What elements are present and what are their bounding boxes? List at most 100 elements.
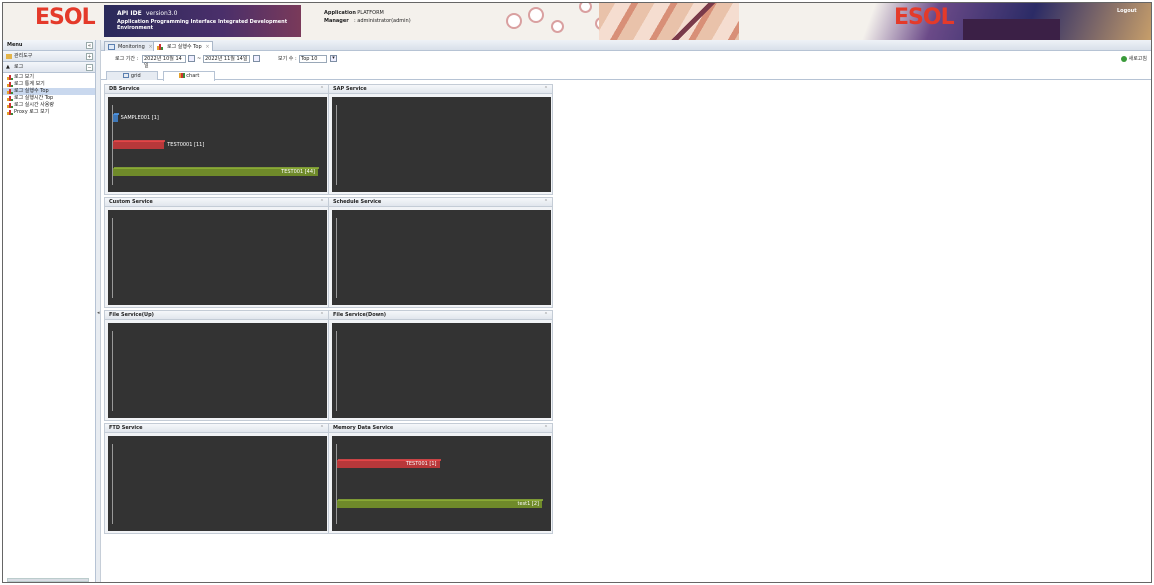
- chart-area: [108, 323, 327, 418]
- logout-link[interactable]: Logout: [1117, 8, 1137, 14]
- panel-title: SAP Service: [333, 86, 367, 92]
- tab-grid[interactable]: grid: [106, 71, 158, 80]
- panel-header: DB Service ⌃: [105, 85, 328, 94]
- tab-label: 로그 실행수 Top: [167, 44, 202, 50]
- data-label: TEST001 [1]: [405, 461, 437, 467]
- settings-icon: [528, 7, 544, 23]
- collapse-icon[interactable]: −: [86, 64, 93, 71]
- chart-axis: [336, 331, 337, 411]
- app-subtitle: Application Programming Interface Integr…: [117, 19, 288, 31]
- tab-monitoring[interactable]: Monitoring ×: [104, 41, 156, 51]
- panel-title: FTD Service: [109, 425, 143, 431]
- bar-chart-icon: [178, 73, 185, 78]
- data-label: TEST0001 [11]: [167, 142, 205, 148]
- panel-title: Custom Service: [109, 199, 153, 205]
- collapse-icon[interactable]: ⌃: [319, 86, 325, 92]
- tab-label: chart: [186, 73, 200, 79]
- start-date-input[interactable]: 2022년 10월 14일: [142, 55, 186, 69]
- refresh-icon: [1120, 55, 1127, 62]
- chart-bar[interactable]: [337, 499, 543, 508]
- app-window: ESOL API IDE version3.0 Application Prog…: [2, 2, 1152, 583]
- bar-top: [114, 113, 119, 116]
- bar-top: [114, 140, 166, 142]
- calendar-icon[interactable]: [188, 55, 195, 62]
- collapse-icon[interactable]: ⌃: [543, 199, 549, 205]
- collapse-icon[interactable]: ⌃: [543, 86, 549, 92]
- collapse-sidebar-button[interactable]: «: [86, 42, 93, 49]
- chart-bar[interactable]: [113, 140, 166, 149]
- sidebar-item-label: 로그 통계 보기: [14, 81, 45, 87]
- sidebar-section-label: 로그: [14, 64, 24, 70]
- top-count-select[interactable]: Top 10: [299, 55, 327, 63]
- tab-chart[interactable]: chart: [163, 71, 215, 81]
- panel-header: Schedule Service ⌃: [329, 198, 552, 207]
- tree-node-icon: ▲: [6, 64, 10, 70]
- sidebar-item-label: 로그 실행시간 Top: [14, 95, 54, 101]
- expand-icon[interactable]: +: [86, 53, 93, 60]
- chart-bar[interactable]: [113, 113, 119, 123]
- manager-label: Manager: [324, 18, 349, 24]
- collapse-icon[interactable]: ⌃: [319, 312, 325, 318]
- esol-logo-right: ESOL: [894, 5, 955, 30]
- service-panel: File Service(Up) ⌃: [104, 310, 329, 421]
- bar-chart-icon: [7, 110, 13, 115]
- sidebar-item[interactable]: 로그 실행시간 Top: [3, 95, 95, 102]
- manager-value: : administrator(admin): [354, 18, 411, 24]
- application-value: : PLATFORM: [354, 10, 384, 16]
- collapse-icon[interactable]: ⌃: [319, 425, 325, 431]
- collapse-icon[interactable]: ⌃: [543, 425, 549, 431]
- tab-label: Monitoring: [118, 44, 145, 50]
- data-label: TEST001 [44]: [281, 168, 315, 175]
- chart-area: TEST001 [1] test1 [2]: [332, 436, 551, 531]
- data-label: SAMPLE001 [1]: [120, 115, 159, 122]
- service-panel: Schedule Service ⌃: [328, 197, 553, 308]
- sidebar-item[interactable]: 로그 통계 보기: [3, 81, 95, 88]
- chart-area: [108, 210, 327, 305]
- grid-icon: [108, 44, 115, 50]
- chevron-down-icon[interactable]: ▾: [330, 55, 337, 62]
- app-version: version3.0: [145, 10, 178, 17]
- tab-log-exec-count-top[interactable]: 로그 실행수 Top ×: [153, 41, 213, 51]
- collapse-icon[interactable]: ⌃: [319, 199, 325, 205]
- data-label: test1 [2]: [517, 501, 539, 507]
- sidebar-section-log[interactable]: ▲ 로그 −: [3, 62, 95, 73]
- sidebar-item[interactable]: 로그 실행수 Top: [3, 88, 95, 95]
- sidebar-item[interactable]: Proxy 로그 보기: [3, 109, 95, 116]
- service-panel: FTD Service ⌃: [104, 423, 329, 534]
- sidebar-item-label: 로그 실행수 Top: [14, 88, 49, 94]
- esol-logo: ESOL: [35, 5, 96, 30]
- bar-top: [338, 499, 543, 501]
- sidebar-scrollbar[interactable]: [7, 578, 89, 582]
- banner-stripe-accent: [633, 3, 733, 40]
- application-label: Application: [324, 10, 356, 16]
- panel-header: Custom Service ⌃: [105, 198, 328, 207]
- bar-chart-icon: [157, 44, 164, 50]
- header-banner: ESOL API IDE version3.0 Application Prog…: [3, 3, 1151, 40]
- session-info: Application: PLATFORM Manager : administr…: [324, 9, 411, 25]
- bar-body: [337, 500, 542, 508]
- bar-chart-icon: [7, 89, 13, 94]
- splitter-arrow-icon[interactable]: ◂: [97, 310, 100, 316]
- chart-axis: [112, 218, 113, 298]
- sidebar-item[interactable]: 로그 보기: [3, 74, 95, 81]
- tab-label: grid: [130, 73, 141, 79]
- calendar-icon[interactable]: [253, 55, 260, 62]
- panel-title: Memory Data Service: [333, 425, 394, 431]
- sidebar-section-admin[interactable]: 관리도구 +: [3, 51, 95, 62]
- service-panel: DB Service ⌃ SAMPLE001 [1] TEST0001 [11] TES…: [104, 84, 329, 195]
- bar-body: [113, 114, 118, 123]
- service-panel: File Service(Down) ⌃: [328, 310, 553, 421]
- refresh-button[interactable]: 새로고침: [1120, 52, 1147, 66]
- service-panel: Memory Data Service ⌃ TEST001 [1] test1 [2]: [328, 423, 553, 534]
- sidebar-item[interactable]: 로그 실시간 사용량: [3, 102, 95, 109]
- refresh-label: 새로고침: [1128, 56, 1147, 62]
- gear-icon: [579, 3, 592, 13]
- view-tabs: grid chart: [101, 70, 1151, 81]
- end-date-input[interactable]: 2022년 11월 14일: [203, 55, 250, 63]
- sidebar-title: Menu: [7, 42, 23, 48]
- collapse-icon[interactable]: ⌃: [543, 312, 549, 318]
- service-panel: SAP Service ⌃: [328, 84, 553, 195]
- folder-icon: [6, 54, 12, 59]
- close-icon[interactable]: ×: [205, 42, 209, 52]
- sidebar-header: Menu «: [3, 40, 95, 51]
